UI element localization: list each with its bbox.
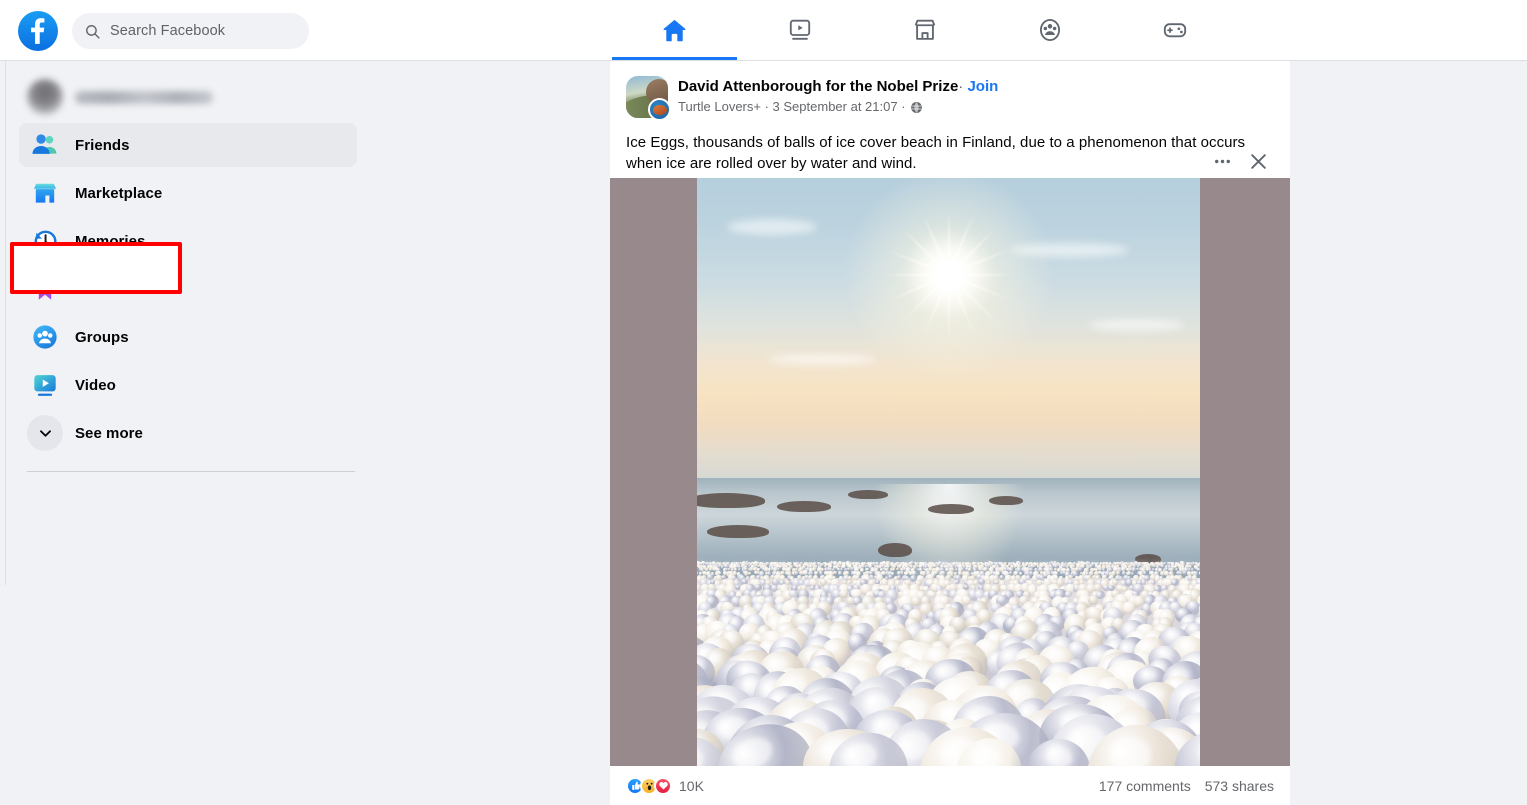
video-icon bbox=[787, 17, 813, 43]
marketplace-icon bbox=[27, 175, 63, 211]
gamepad-icon bbox=[1162, 17, 1188, 43]
post-actions bbox=[1206, 145, 1274, 177]
close-icon bbox=[1247, 150, 1270, 173]
header-nav-tabs bbox=[612, 0, 1237, 60]
post-author[interactable]: David Attenborough for the Nobel Prize bbox=[678, 78, 958, 95]
more-options-icon bbox=[1212, 151, 1233, 172]
sidebar-item-label: Saved bbox=[75, 281, 119, 298]
post-separator: · bbox=[958, 78, 963, 95]
post-image[interactable] bbox=[610, 178, 1290, 766]
sidebar-item-memories[interactable]: Memories bbox=[19, 219, 357, 263]
reaction-summary[interactable]: 10K bbox=[626, 777, 704, 795]
friends-icon bbox=[27, 127, 63, 163]
sidebar-item-video[interactable]: Video bbox=[19, 363, 357, 407]
globe-icon bbox=[910, 101, 923, 114]
tab-marketplace[interactable] bbox=[862, 0, 987, 60]
video-icon bbox=[27, 367, 63, 403]
sidebar-item-label: Memories bbox=[75, 233, 145, 250]
facebook-logo[interactable] bbox=[18, 11, 58, 51]
sidebar-item-label: Groups bbox=[75, 329, 129, 346]
home-icon bbox=[661, 17, 688, 44]
search-icon bbox=[84, 23, 101, 40]
chevron-down-icon bbox=[27, 415, 63, 451]
sidebar-item-marketplace[interactable]: Marketplace bbox=[19, 171, 357, 215]
comments-count[interactable]: 177 comments bbox=[1099, 778, 1191, 794]
sidebar-item-groups[interactable]: Groups bbox=[19, 315, 357, 359]
sidebar-item-label: Marketplace bbox=[75, 185, 162, 202]
tab-home[interactable] bbox=[612, 0, 737, 60]
close-post-button[interactable] bbox=[1242, 145, 1274, 177]
memories-clock-icon bbox=[27, 223, 63, 259]
sidebar-divider bbox=[27, 471, 355, 472]
shares-count[interactable]: 573 shares bbox=[1205, 778, 1274, 794]
post-separator: · bbox=[898, 99, 906, 115]
avatar bbox=[27, 79, 63, 115]
reaction-count: 10K bbox=[679, 778, 704, 794]
more-options-button[interactable] bbox=[1206, 145, 1238, 177]
tab-gaming[interactable] bbox=[1112, 0, 1237, 60]
facebook-page: Search Facebook bbox=[0, 0, 1527, 805]
post-subline: Turtle Lovers+ · 3 September at 21:07 · bbox=[678, 99, 998, 115]
avatar-badge-turtle bbox=[648, 98, 671, 121]
post-group-name[interactable]: Turtle Lovers+ bbox=[678, 99, 761, 115]
feed-post: David Attenborough for the Nobel Prize· … bbox=[610, 61, 1290, 805]
join-button[interactable]: Join bbox=[967, 78, 998, 95]
profile-name-redacted bbox=[75, 91, 213, 104]
sidebar-item-label: Video bbox=[75, 377, 116, 394]
top-header: Search Facebook bbox=[0, 0, 1527, 61]
sidebar-item-see-more[interactable]: See more bbox=[19, 411, 357, 455]
post-separator: · bbox=[761, 99, 773, 115]
sidebar-item-label: See more bbox=[75, 425, 143, 442]
tab-groups[interactable] bbox=[987, 0, 1112, 60]
tab-watch[interactable] bbox=[737, 0, 862, 60]
post-body-text: Ice Eggs, thousands of balls of ice cove… bbox=[610, 118, 1290, 186]
sidebar-item-profile[interactable] bbox=[19, 75, 358, 119]
sidebar-item-friends[interactable]: Friends bbox=[19, 123, 357, 167]
groups-icon bbox=[27, 319, 63, 355]
post-photo-content bbox=[697, 178, 1200, 766]
post-avatar[interactable] bbox=[626, 76, 668, 118]
sidebar-item-label: Friends bbox=[75, 137, 130, 154]
saved-bookmark-icon bbox=[27, 271, 63, 307]
groups-icon bbox=[1037, 17, 1063, 43]
left-sidebar: Friends bbox=[0, 61, 372, 805]
search-placeholder: Search Facebook bbox=[110, 23, 225, 39]
post-timestamp[interactable]: 3 September at 21:07 bbox=[773, 99, 898, 115]
sun-icon bbox=[934, 260, 964, 290]
search-input[interactable]: Search Facebook bbox=[72, 13, 309, 49]
see-more-icon-wrap bbox=[27, 415, 63, 451]
sidebar-item-saved[interactable]: Saved bbox=[19, 267, 357, 311]
store-icon bbox=[912, 17, 938, 43]
love-reaction-icon bbox=[654, 777, 672, 795]
post-header: David Attenborough for the Nobel Prize· … bbox=[610, 61, 1290, 118]
post-title-line: David Attenborough for the Nobel Prize· … bbox=[678, 77, 998, 96]
post-engagement-bar: 10K 177 comments 573 shares bbox=[610, 766, 1290, 805]
post-counts: 177 comments 573 shares bbox=[1099, 778, 1274, 794]
